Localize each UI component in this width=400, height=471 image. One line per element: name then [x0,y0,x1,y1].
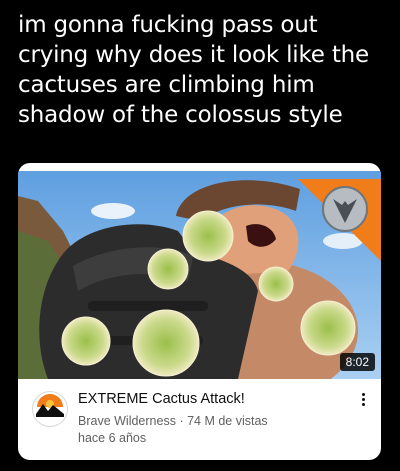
thumbnail-scene [18,171,381,379]
upload-age: hace 6 años [78,431,147,445]
more-vert-icon[interactable] [353,387,373,411]
post-line: crying why does it look like the [18,42,369,68]
post-line: cactuses are climbing him [18,72,315,98]
duration-badge: 8:02 [339,353,375,371]
channel-avatar[interactable] [32,391,68,427]
post-line: im gonna fucking pass out [18,12,318,38]
channel-name[interactable]: Brave Wilderness [78,414,176,428]
video-card[interactable]: 8:02 EXTREME Cactus Attack! Brave Wilder… [18,163,381,460]
meta-separator: · [179,414,184,428]
post-text: im gonna fucking pass out crying why doe… [18,10,388,130]
channel-views-line: Brave Wilderness · 74 M de vistas [78,414,268,428]
video-title[interactable]: EXTREME Cactus Attack! [78,391,245,407]
video-meta: EXTREME Cactus Attack! Brave Wilderness … [18,379,381,460]
brave-wilderness-logo-icon [34,393,66,425]
post-line: shadow of the colossus style [18,102,343,128]
video-thumbnail[interactable]: 8:02 [18,171,381,379]
view-count: 74 M de vistas [187,414,268,428]
